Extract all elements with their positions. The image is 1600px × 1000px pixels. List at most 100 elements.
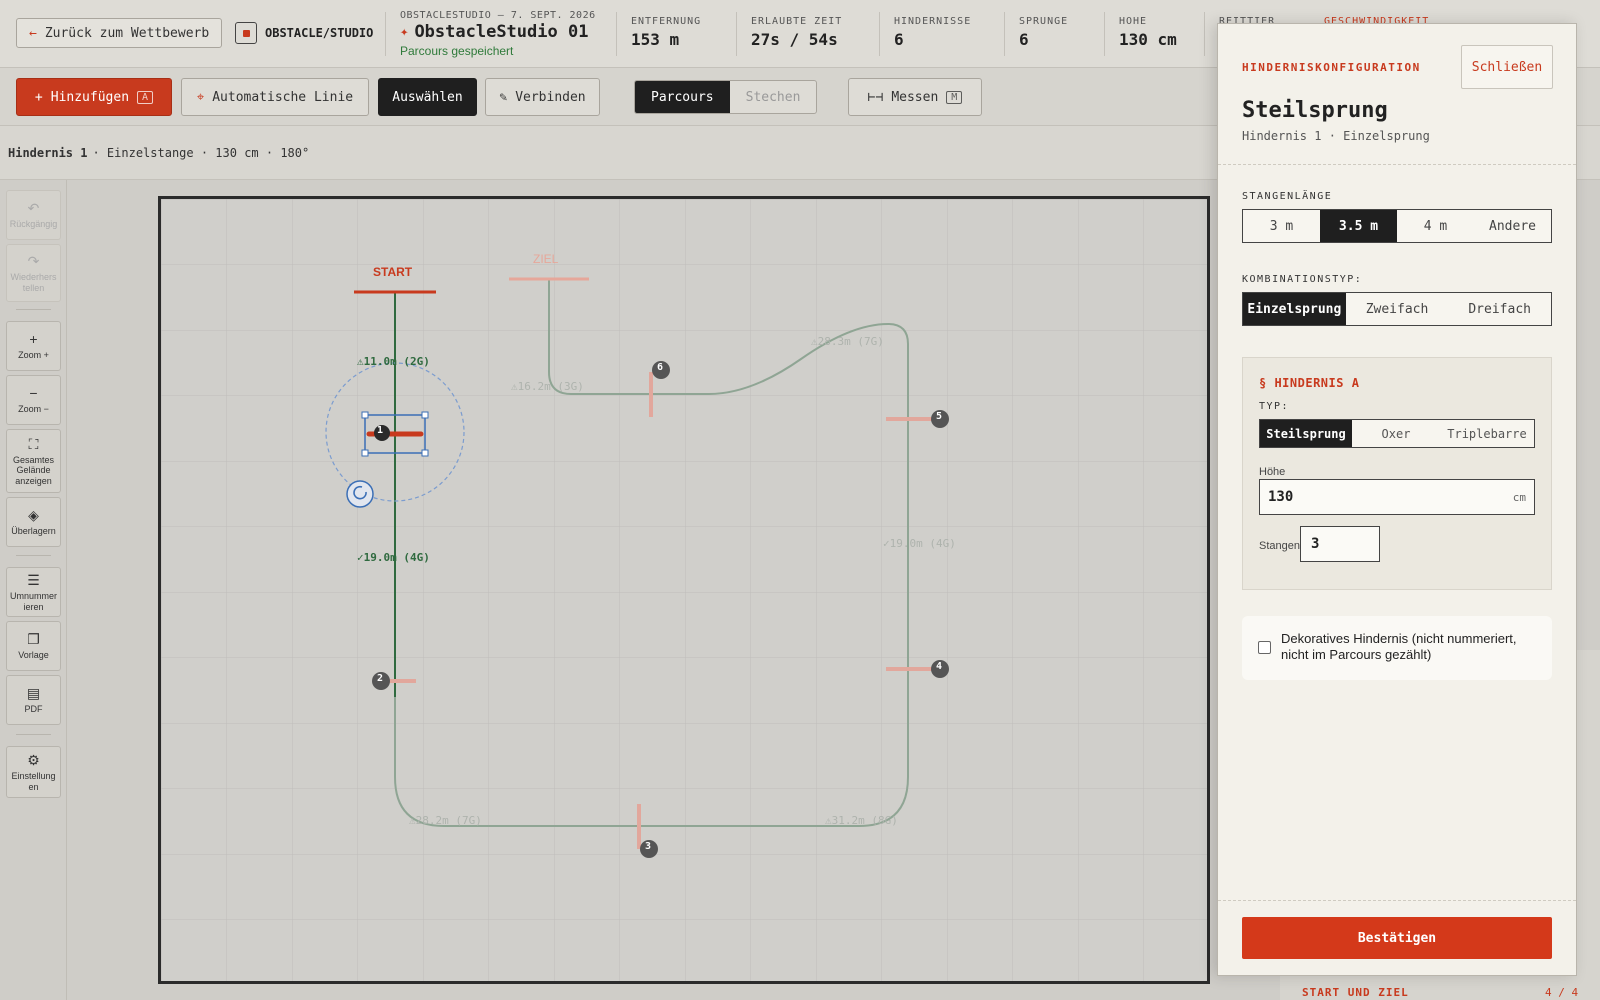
brand: OBSTACLE/STUDIO bbox=[235, 22, 373, 44]
fit-screen-icon: ⛶ bbox=[28, 435, 39, 452]
obstacle-type-selector: Steilsprung Oxer Triplebarre bbox=[1259, 419, 1535, 448]
decorative-label[interactable]: Dekoratives Hindernis (nicht nummeriert,… bbox=[1281, 631, 1541, 664]
plus-icon: + bbox=[29, 331, 38, 348]
course-drawing bbox=[161, 199, 1207, 981]
rotate-handle-icon[interactable] bbox=[346, 480, 374, 508]
combo-option-selected[interactable]: Einzelsprung bbox=[1243, 293, 1346, 325]
pdf-icon: ▤ bbox=[26, 685, 41, 702]
type-option[interactable]: Triplebarre bbox=[1440, 420, 1534, 447]
start-label: START bbox=[373, 265, 413, 279]
copy-icon: ❐ bbox=[27, 631, 40, 648]
select-tool-button[interactable]: Auswählen bbox=[378, 78, 477, 116]
finish-label: ZIEL bbox=[533, 252, 559, 266]
pole-length-option[interactable]: 3 m bbox=[1243, 210, 1320, 242]
tool-label: Überlagern bbox=[11, 526, 56, 537]
stat-value: 6 bbox=[894, 30, 904, 49]
shortcut-hint: M bbox=[946, 90, 963, 104]
combination-type-label: KOMBINATIONSTYP: bbox=[1242, 274, 1363, 285]
plus-icon: + bbox=[34, 89, 43, 105]
close-button[interactable]: Schließen bbox=[1461, 45, 1553, 89]
layers-icon: ◈ bbox=[28, 507, 39, 524]
distance-label: ⚠31.2m (8G) bbox=[825, 814, 898, 827]
renumber-button[interactable]: ☰ Umnummerieren bbox=[6, 567, 61, 617]
stat-distance: ENTFERNUNG 153 m bbox=[631, 16, 701, 49]
project-name[interactable]: ✦ ObstacleStudio 01 bbox=[400, 22, 596, 42]
combo-option[interactable]: Dreifach bbox=[1448, 293, 1551, 325]
selection-title: Hindernis 1 bbox=[8, 145, 88, 160]
template-button[interactable]: ❐ Vorlage bbox=[6, 621, 61, 671]
divider bbox=[616, 12, 617, 56]
brand-logo-icon bbox=[235, 22, 257, 44]
zoom-in-button[interactable]: + Zoom + bbox=[6, 321, 61, 371]
undo-icon: ↶ bbox=[27, 200, 40, 217]
pencil-icon: ✎ bbox=[499, 89, 508, 105]
obstacle-config-dialog: HINDERNISKONFIGURATION Schließen Steilsp… bbox=[1217, 23, 1577, 976]
gear-icon: ⚙ bbox=[27, 752, 40, 769]
divider bbox=[1004, 12, 1005, 56]
stat-jumps: SPRUNGE 6 bbox=[1019, 16, 1068, 49]
tool-label: Umnummerieren bbox=[9, 591, 57, 612]
zoom-out-button[interactable]: − Zoom − bbox=[6, 375, 61, 425]
type-label: TYP: bbox=[1259, 401, 1290, 412]
stat-time-allowed: ERLAUBTE ZEIT 27s / 54s bbox=[751, 16, 842, 49]
redo-icon: ↷ bbox=[27, 253, 40, 270]
connect-tool-button[interactable]: ✎ Verbinden bbox=[485, 78, 600, 116]
pdf-button[interactable]: ▤ PDF bbox=[6, 675, 61, 725]
pole-length-option[interactable]: 4 m bbox=[1397, 210, 1474, 242]
tab-parcours[interactable]: Parcours bbox=[635, 81, 730, 113]
fit-view-button[interactable]: ⛶ Gesamtes Gelände anzeigen bbox=[6, 429, 61, 493]
tool-label: Einstellungen bbox=[11, 771, 56, 792]
brand-name: OBSTACLE/STUDIO bbox=[265, 26, 374, 40]
height-label: Höhe bbox=[1259, 466, 1286, 478]
stat-value: 6 bbox=[1019, 30, 1029, 49]
stat-label: SPRUNGE bbox=[1019, 16, 1069, 27]
obstacle-number: 4 bbox=[936, 661, 943, 672]
grid bbox=[161, 199, 1207, 981]
confirm-button[interactable]: Bestätigen bbox=[1242, 917, 1552, 959]
start-finish-section-title[interactable]: START UND ZIEL bbox=[1302, 986, 1409, 999]
dialog-subtitle: Hindernis 1 · Einzelsprung bbox=[1242, 129, 1430, 143]
divider bbox=[1104, 12, 1105, 56]
height-input[interactable]: 130 cm bbox=[1259, 479, 1535, 515]
tool-label: PDF bbox=[24, 704, 43, 715]
distance-label: ⚠11.0m (2G) bbox=[357, 355, 430, 368]
undo-button[interactable]: ↶ Rückgängig bbox=[6, 190, 61, 240]
project-date: OBSTACLESTUDIO — 7. SEPT. 2026 bbox=[400, 10, 596, 21]
shortcut-hint: A bbox=[137, 90, 154, 104]
obstacle-number: 6 bbox=[657, 362, 664, 373]
decorative-option: Dekoratives Hindernis (nicht nummeriert,… bbox=[1242, 616, 1552, 680]
back-to-competition-button[interactable]: ← Zurück zum Wettbewerb bbox=[16, 18, 223, 48]
height-unit: cm bbox=[1512, 490, 1526, 504]
divider bbox=[16, 734, 51, 735]
list-numbers-icon: ☰ bbox=[27, 572, 40, 589]
pole-length-option[interactable]: Andere bbox=[1474, 210, 1551, 242]
ruler-icon: ⊢⊣ bbox=[867, 89, 884, 105]
redo-button[interactable]: ↷ Wiederherstellen bbox=[6, 244, 61, 302]
divider bbox=[736, 12, 737, 56]
arrow-left-icon: ← bbox=[29, 25, 37, 41]
decorative-checkbox[interactable] bbox=[1258, 641, 1271, 654]
overlay-button[interactable]: ◈ Überlagern bbox=[6, 497, 61, 547]
dialog-kicker: HINDERNISKONFIGURATION bbox=[1242, 61, 1421, 74]
auto-line-button[interactable]: ⌖ Automatische Linie bbox=[181, 78, 369, 116]
tool-label: Wiederherstellen bbox=[10, 272, 57, 293]
pole-length-label: STANGENLÄNGE bbox=[1242, 191, 1333, 202]
type-option[interactable]: Oxer bbox=[1352, 420, 1440, 447]
poles-input[interactable]: 3 bbox=[1300, 526, 1380, 562]
obstacle-number: 2 bbox=[377, 673, 384, 684]
select-label: Auswählen bbox=[392, 89, 463, 105]
dialog-title: Steilsprung bbox=[1242, 98, 1388, 123]
stat-label: ENTFERNUNG bbox=[631, 16, 702, 27]
measure-label: Messen bbox=[891, 89, 939, 105]
auto-line-label: Automatische Linie bbox=[212, 89, 354, 105]
settings-button[interactable]: ⚙ Einstellungen bbox=[6, 746, 61, 798]
add-obstacle-button[interactable]: + Hinzufügen A bbox=[16, 78, 172, 116]
pole-length-option-selected[interactable]: 3.5 m bbox=[1320, 210, 1397, 242]
project-name-label: ObstacleStudio 01 bbox=[414, 22, 589, 42]
tab-stechen[interactable]: Stechen bbox=[730, 81, 817, 113]
combo-option[interactable]: Zweifach bbox=[1346, 293, 1449, 325]
type-option-selected[interactable]: Steilsprung bbox=[1260, 420, 1352, 447]
course-canvas[interactable]: 1 2 3 4 5 6 START ZIEL ⚠11.0m (2G) ✓19.0… bbox=[158, 196, 1210, 984]
measure-tool-button[interactable]: ⊢⊣ Messen M bbox=[848, 78, 982, 116]
stat-value: 153 m bbox=[631, 30, 680, 49]
